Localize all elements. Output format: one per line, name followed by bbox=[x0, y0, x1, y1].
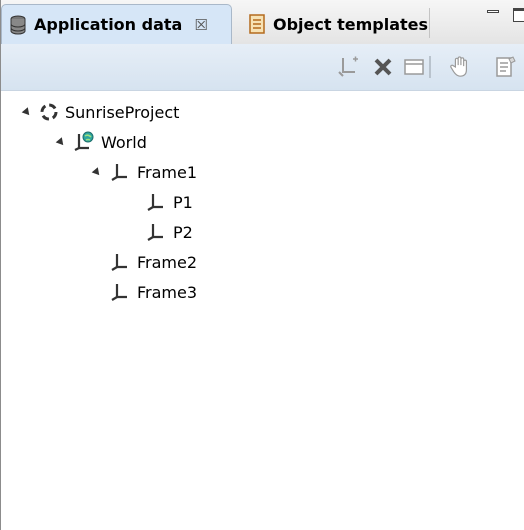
frame-icon bbox=[147, 224, 163, 241]
project-icon bbox=[40, 103, 58, 121]
tab-application-data[interactable]: Application data ☒ bbox=[1, 4, 232, 44]
tab-separator bbox=[429, 8, 430, 38]
expand-twisty-icon[interactable] bbox=[91, 166, 103, 178]
tree-item-world[interactable]: World bbox=[55, 128, 147, 156]
frame-icon bbox=[111, 164, 127, 181]
world-frame-icon bbox=[74, 131, 94, 151]
tree-item-p2[interactable]: P2 bbox=[145, 218, 193, 246]
tree-item-p1[interactable]: P1 bbox=[145, 188, 193, 216]
tree-label-world: World bbox=[101, 132, 147, 152]
database-icon bbox=[10, 15, 26, 34]
frame-icon bbox=[111, 254, 127, 271]
application-data-view: Application data ☒ Object templates Sunr… bbox=[0, 0, 524, 530]
delete-icon[interactable] bbox=[373, 56, 393, 78]
hand-icon[interactable] bbox=[449, 56, 471, 78]
properties-icon[interactable] bbox=[495, 56, 517, 78]
expand-twisty-icon[interactable] bbox=[55, 136, 67, 148]
tree-item-frame3[interactable]: Frame3 bbox=[109, 278, 197, 306]
tree-label-p2: P2 bbox=[173, 222, 193, 242]
tree-label-frame1: Frame1 bbox=[137, 162, 198, 182]
tree-item-frame2[interactable]: Frame2 bbox=[109, 248, 197, 276]
window-controls bbox=[487, 8, 524, 22]
tab-object-templates[interactable]: Object templates bbox=[241, 4, 431, 44]
tree-item-frame1[interactable]: Frame1 bbox=[91, 158, 198, 186]
minimize-icon[interactable] bbox=[487, 8, 499, 18]
tree-label-frame2: Frame2 bbox=[137, 252, 198, 272]
frame-icon bbox=[147, 194, 163, 211]
frame-icon bbox=[111, 284, 127, 301]
expand-twisty-icon[interactable] bbox=[21, 106, 33, 118]
toolbar-separator bbox=[429, 56, 431, 78]
tree-label-project: SunriseProject bbox=[65, 102, 180, 122]
collapse-icon[interactable] bbox=[403, 56, 425, 78]
tab-object-templates-label: Object templates bbox=[273, 14, 429, 34]
maximize-icon[interactable] bbox=[513, 8, 524, 22]
close-icon[interactable]: ☒ bbox=[194, 16, 207, 34]
tree-item-project[interactable]: SunriseProject bbox=[21, 98, 180, 126]
add-frame-icon[interactable] bbox=[337, 56, 359, 78]
template-icon bbox=[249, 14, 265, 34]
tree-label-frame3: Frame3 bbox=[137, 282, 198, 302]
view-toolbar bbox=[1, 44, 524, 91]
tab-bar: Application data ☒ Object templates bbox=[1, 0, 524, 45]
tab-application-data-label: Application data bbox=[34, 15, 183, 34]
tree-label-p1: P1 bbox=[173, 192, 193, 212]
